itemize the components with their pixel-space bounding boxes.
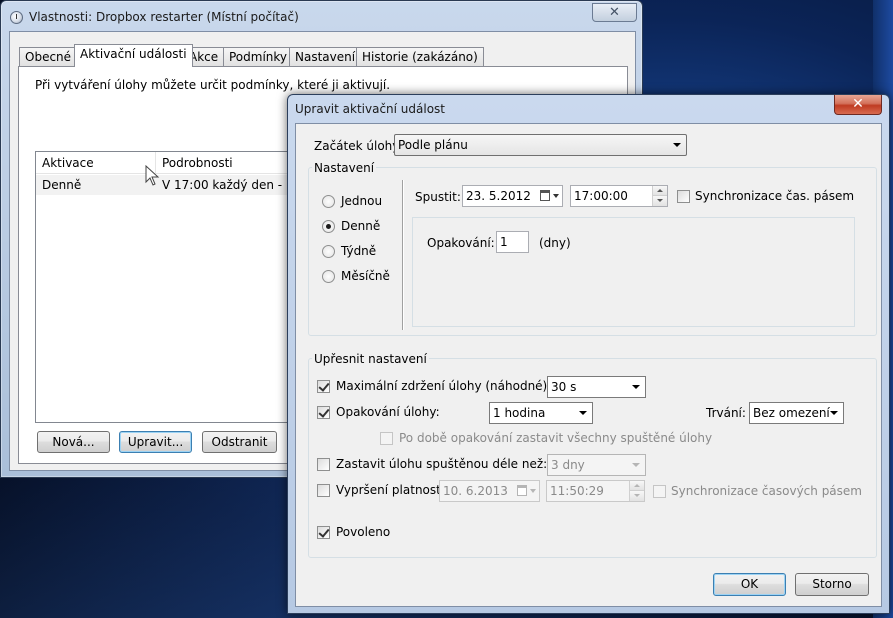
edit-button[interactable]: Upravit... bbox=[119, 431, 192, 453]
trigger-list[interactable]: Aktivace Podrobnosti Denně V 17:00 každý… bbox=[35, 151, 311, 423]
stop-if-longer-label: Zastavit úlohu spuštěnou déle než: bbox=[336, 457, 548, 471]
repeat-value: 1 hodina bbox=[493, 406, 546, 420]
calendar-icon bbox=[540, 190, 550, 201]
settings-divider bbox=[402, 180, 403, 330]
window-title: Vlastnosti: Dropbox restarter (Místní po… bbox=[29, 10, 299, 24]
expire-date-value: 10. 6.2013 bbox=[443, 484, 508, 498]
radio-weekly[interactable] bbox=[322, 245, 335, 258]
tab-general[interactable]: Obecné bbox=[19, 47, 78, 66]
spin-up-arrow-icon[interactable] bbox=[653, 186, 667, 196]
delay-select[interactable]: 30 s bbox=[547, 376, 646, 398]
duration-select[interactable]: Bez omezení bbox=[749, 402, 844, 424]
stop-all-checkbox[interactable] bbox=[380, 432, 393, 445]
repeat-checkbox[interactable] bbox=[317, 406, 330, 419]
recur-value: 1 bbox=[500, 235, 508, 249]
start-time-value: 17:00:00 bbox=[574, 189, 628, 203]
recur-input[interactable]: 1 bbox=[496, 231, 529, 253]
dialog-close-button[interactable]: ✕ bbox=[834, 95, 882, 115]
radio-weekly-label: Týdně bbox=[341, 244, 377, 258]
list-item-trigger: Denně bbox=[42, 178, 82, 192]
tab-conditions[interactable]: Podmínky bbox=[223, 47, 294, 66]
calendar-icon bbox=[517, 485, 527, 496]
spin-down-arrow-icon[interactable] bbox=[630, 491, 644, 501]
expire-time-value: 11:50:29 bbox=[550, 484, 604, 498]
chevron-down-icon bbox=[632, 463, 640, 467]
radio-once[interactable] bbox=[322, 195, 335, 208]
stop-if-longer-select[interactable]: 3 dny bbox=[547, 454, 646, 476]
duration-value: Bez omezení bbox=[753, 406, 830, 420]
start-date-picker[interactable]: 23. 5.2012 bbox=[462, 185, 563, 207]
calendar-dropdown[interactable] bbox=[515, 481, 539, 501]
start-time-field[interactable]: 17:00:00 bbox=[570, 185, 668, 207]
expire-label: Vypršení platnosti: bbox=[336, 483, 449, 497]
time-spinner[interactable] bbox=[629, 481, 644, 501]
dialog-client: Začátek úlohy: Podle plánu Nastavení Jed… bbox=[295, 123, 882, 607]
stop-if-longer-value: 3 dny bbox=[551, 458, 585, 472]
list-header: Aktivace Podrobnosti bbox=[36, 152, 304, 174]
enabled-label: Povoleno bbox=[336, 525, 391, 539]
expire-time-field[interactable]: 11:50:29 bbox=[546, 480, 645, 502]
expire-sync-label: Synchronizace časových pásem bbox=[671, 484, 862, 498]
radio-daily-label: Denně bbox=[341, 219, 381, 233]
sync-timezones-checkbox[interactable] bbox=[677, 190, 690, 203]
time-spinner[interactable] bbox=[652, 186, 667, 206]
description-text: Při vytváření úlohy můžete určit podmínk… bbox=[35, 78, 391, 92]
stop-all-label: Po době opakování zastavit všechny spušt… bbox=[399, 431, 713, 445]
chevron-down-icon bbox=[830, 411, 838, 415]
settings-group-label: Nastavení bbox=[312, 161, 377, 175]
clock-icon bbox=[10, 11, 23, 24]
new-button[interactable]: Nová... bbox=[37, 431, 110, 453]
spin-up-arrow-icon[interactable] bbox=[630, 481, 644, 491]
repeat-select[interactable]: 1 hodina bbox=[489, 402, 593, 424]
delay-checkbox[interactable] bbox=[317, 380, 330, 393]
edit-trigger-dialog: Upravit aktivační událost ✕ Začátek úloh… bbox=[287, 94, 890, 614]
chevron-down-icon bbox=[579, 411, 587, 415]
dialog-title: Upravit aktivační událost bbox=[295, 102, 445, 116]
expire-sync-checkbox[interactable] bbox=[653, 485, 666, 498]
tab-triggers[interactable]: Aktivační události bbox=[74, 44, 193, 67]
sync-timezones-label: Synchronizace čas. pásem bbox=[695, 189, 855, 203]
tab-settings[interactable]: Nastavení bbox=[289, 47, 362, 66]
stop-if-longer-checkbox[interactable] bbox=[317, 458, 330, 471]
begin-task-value: Podle plánu bbox=[398, 138, 468, 152]
mouse-cursor-icon bbox=[145, 165, 160, 186]
ok-button[interactable]: OK bbox=[713, 573, 786, 596]
close-button[interactable]: ✕ bbox=[592, 3, 637, 22]
radio-monthly-label: Měsíčně bbox=[341, 269, 390, 283]
title-bar[interactable]: Vlastnosti: Dropbox restarter (Místní po… bbox=[1, 1, 642, 31]
radio-once-label: Jednou bbox=[341, 194, 383, 208]
expire-date-picker[interactable]: 10. 6.2013 bbox=[439, 480, 540, 502]
chevron-down-icon bbox=[673, 143, 681, 147]
duration-label: Trvání: bbox=[706, 406, 746, 420]
start-label: Spustit: bbox=[415, 190, 461, 204]
recurrence-panel bbox=[412, 217, 855, 327]
radio-daily[interactable] bbox=[322, 220, 335, 233]
delay-value: 30 s bbox=[551, 380, 577, 394]
repeat-label: Opakování úlohy: bbox=[336, 405, 440, 419]
column-header-details[interactable]: Podrobnosti bbox=[162, 156, 233, 170]
column-header-trigger[interactable]: Aktivace bbox=[42, 156, 94, 170]
delete-button[interactable]: Odstranit bbox=[202, 431, 277, 453]
start-date-value: 23. 5.2012 bbox=[466, 189, 531, 203]
chevron-down-icon bbox=[632, 385, 640, 389]
recur-unit: (dny) bbox=[539, 236, 571, 250]
expire-checkbox[interactable] bbox=[317, 484, 330, 497]
spin-down-arrow-icon[interactable] bbox=[653, 196, 667, 206]
radio-monthly[interactable] bbox=[322, 270, 335, 283]
advanced-group-label: Upřesnit nastavení bbox=[312, 352, 429, 366]
delay-label: Maximální zdržení úlohy (náhodné): bbox=[336, 379, 552, 393]
enabled-checkbox[interactable] bbox=[317, 526, 330, 539]
begin-task-select[interactable]: Podle plánu bbox=[394, 134, 687, 156]
tab-history[interactable]: Historie (zakázáno) bbox=[356, 47, 484, 66]
list-item[interactable]: Denně V 17:00 každý den - Po a bbox=[36, 175, 311, 195]
recur-label: Opakování: bbox=[427, 236, 495, 250]
calendar-dropdown[interactable] bbox=[538, 186, 562, 206]
cancel-button[interactable]: Storno bbox=[795, 573, 869, 596]
chevron-down-icon bbox=[530, 489, 536, 493]
begin-task-label: Začátek úlohy: bbox=[314, 139, 403, 153]
chevron-down-icon bbox=[553, 194, 559, 198]
